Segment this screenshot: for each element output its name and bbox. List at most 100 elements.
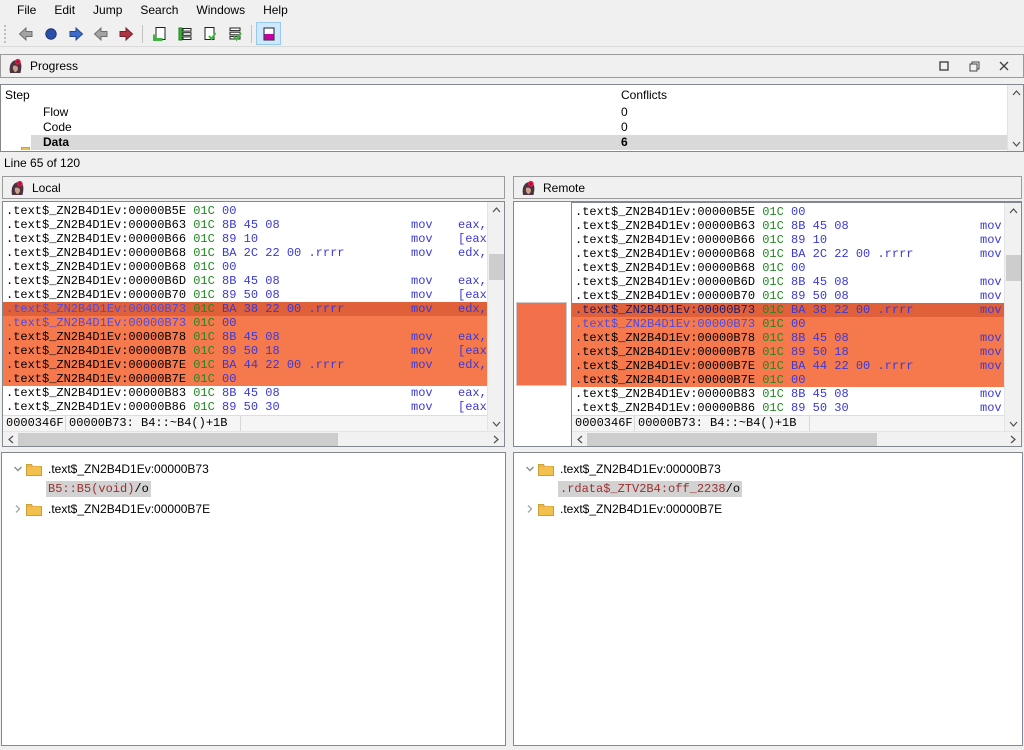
clipped-folder-icon: [21, 147, 30, 150]
vertical-scroll-thumb[interactable]: [1006, 255, 1021, 281]
file-check-button[interactable]: [197, 22, 222, 45]
close-button[interactable]: [989, 56, 1019, 76]
asm-row[interactable]: .text$_ZN2B4D1Ev:00000B6D 01C 8B 45 08mo…: [572, 275, 1004, 289]
diff-view-button[interactable]: [256, 22, 281, 45]
scroll-left-icon[interactable]: [3, 432, 19, 447]
local-pane-header[interactable]: Local: [2, 176, 505, 199]
scroll-up-icon[interactable]: [488, 202, 504, 217]
asm-row[interactable]: .text$_ZN2B4D1Ev:00000B83 01C 8B 45 08mo…: [572, 387, 1004, 401]
local-horizontal-scrollbar[interactable]: [3, 431, 504, 446]
menu-search[interactable]: Search: [131, 0, 187, 21]
asm-row[interactable]: .text$_ZN2B4D1Ev:00000B63 01C 8B 45 08mo…: [3, 218, 487, 232]
list-check-button[interactable]: [222, 22, 247, 45]
asm-bytes: 8B 45 08: [222, 330, 280, 344]
app-rose-icon: [9, 180, 25, 196]
asm-row[interactable]: .text$_ZN2B4D1Ev:00000B7E 01C BA 44 22 0…: [3, 358, 487, 372]
scroll-up-icon[interactable]: [1005, 203, 1021, 218]
asm-row[interactable]: .text$_ZN2B4D1Ev:00000B70 01C 89 50 08mo…: [572, 289, 1004, 303]
asm-row[interactable]: .text$_ZN2B4D1Ev:00000B7B 01C 89 50 18mo…: [572, 345, 1004, 359]
scroll-right-icon[interactable]: [1005, 432, 1021, 447]
remote-tree-rows: .text$_ZN2B4D1Ev:00000B73.rdata$_ZTV2B4:…: [514, 459, 1022, 519]
diff-block-marker[interactable]: [516, 302, 567, 386]
asm-row[interactable]: .text$_ZN2B4D1Ev:00000B7E 01C 00: [572, 373, 1004, 387]
tree-node[interactable]: .text$_ZN2B4D1Ev:00000B7E: [514, 499, 1022, 519]
previous-diff-button[interactable]: [88, 22, 113, 45]
scroll-down-icon[interactable]: [1005, 416, 1021, 431]
tree-leaf[interactable]: B5::B5(void)/o: [2, 479, 505, 499]
asm-bytes: 8B 45 08: [222, 274, 280, 288]
tree-leaf[interactable]: .rdata$_ZTV2B4:off_2238/o: [514, 479, 1022, 499]
import-file-button[interactable]: [147, 22, 172, 45]
asm-row[interactable]: .text$_ZN2B4D1Ev:00000B73 01C 00: [3, 316, 487, 330]
toolbar-grip[interactable]: [4, 25, 9, 43]
asm-row[interactable]: .text$_ZN2B4D1Ev:00000B7B 01C 89 50 18mo…: [3, 344, 487, 358]
conflicts-value: 6: [621, 135, 628, 150]
asm-row[interactable]: .text$_ZN2B4D1Ev:00000B73 01C 00: [572, 317, 1004, 331]
progress-scrollbar[interactable]: [1007, 85, 1023, 151]
chevron-down-icon[interactable]: [10, 464, 26, 474]
status-address-symbol: 00000B73: B4::~B4()+1B: [66, 416, 241, 431]
remote-horizontal-scrollbar[interactable]: [572, 431, 1021, 446]
local-vertical-scrollbar[interactable]: [487, 202, 504, 431]
scroll-down-icon[interactable]: [488, 416, 504, 431]
scroll-down-icon[interactable]: [1008, 136, 1024, 151]
asm-row[interactable]: .text$_ZN2B4D1Ev:00000B6D 01C 8B 45 08mo…: [3, 274, 487, 288]
import-list-button[interactable]: [172, 22, 197, 45]
forward-button[interactable]: [63, 22, 88, 45]
chevron-right-icon[interactable]: [522, 504, 538, 514]
asm-row[interactable]: .text$_ZN2B4D1Ev:00000B86 01C 89 50 30mo…: [572, 401, 1004, 415]
asm-row[interactable]: .text$_ZN2B4D1Ev:00000B68 01C BA 2C 22 0…: [3, 246, 487, 260]
tree-node-label: .text$_ZN2B4D1Ev:00000B7E: [560, 502, 722, 516]
scroll-left-icon[interactable]: [572, 432, 588, 447]
stop-circle-icon: [43, 26, 59, 42]
remote-vertical-scrollbar[interactable]: [1004, 203, 1021, 431]
horizontal-scroll-thumb[interactable]: [18, 433, 338, 446]
asm-row[interactable]: .text$_ZN2B4D1Ev:00000B66 01C 89 10mov[e…: [3, 232, 487, 246]
menu-jump[interactable]: Jump: [84, 0, 131, 21]
asm-row[interactable]: .text$_ZN2B4D1Ev:00000B86 01C 89 50 30mo…: [3, 400, 487, 414]
asm-row[interactable]: .text$_ZN2B4D1Ev:00000B68 01C BA 2C 22 0…: [572, 247, 1004, 261]
status-address-symbol: 00000B73: B4::~B4()+1B: [635, 416, 810, 431]
progress-title-bar[interactable]: Progress: [0, 54, 1024, 78]
line-position-status: Line 65 of 120: [0, 153, 1024, 174]
local-disassembly-panel: .text$_ZN2B4D1Ev:00000B5E 01C 00.text$_Z…: [2, 201, 505, 447]
progress-row[interactable]: Data6: [1, 135, 1007, 150]
asm-row[interactable]: .text$_ZN2B4D1Ev:00000B63 01C 8B 45 08mo…: [572, 219, 1004, 233]
menu-help[interactable]: Help: [254, 0, 297, 21]
tree-node[interactable]: .text$_ZN2B4D1Ev:00000B7E: [2, 499, 505, 519]
tree-node[interactable]: .text$_ZN2B4D1Ev:00000B73: [514, 459, 1022, 479]
progress-row[interactable]: Flow0: [1, 105, 1007, 120]
progress-row[interactable]: Code0: [1, 120, 1007, 135]
horizontal-scroll-thumb[interactable]: [587, 433, 877, 446]
remote-pane-header[interactable]: Remote: [513, 176, 1022, 199]
menu-file[interactable]: File: [8, 0, 45, 21]
asm-row[interactable]: .text$_ZN2B4D1Ev:00000B7E 01C 00: [3, 372, 487, 386]
next-diff-button[interactable]: [113, 22, 138, 45]
asm-row[interactable]: .text$_ZN2B4D1Ev:00000B70 01C 89 50 08mo…: [3, 288, 487, 302]
stop-button[interactable]: [38, 22, 63, 45]
asm-row[interactable]: .text$_ZN2B4D1Ev:00000B73 01C BA 38 22 0…: [3, 302, 487, 316]
menu-windows[interactable]: Windows: [187, 0, 254, 21]
menu-edit[interactable]: Edit: [45, 0, 84, 21]
scroll-right-icon[interactable]: [488, 432, 504, 447]
vertical-scroll-thumb[interactable]: [489, 254, 504, 280]
asm-row[interactable]: .text$_ZN2B4D1Ev:00000B83 01C 8B 45 08mo…: [3, 386, 487, 400]
asm-segment-offset: 01C: [193, 358, 215, 372]
chevron-down-icon[interactable]: [522, 464, 538, 474]
restore-button[interactable]: [959, 56, 989, 76]
asm-row[interactable]: .text$_ZN2B4D1Ev:00000B78 01C 8B 45 08mo…: [3, 330, 487, 344]
asm-row[interactable]: .text$_ZN2B4D1Ev:00000B68 01C 00: [3, 260, 487, 274]
tree-node[interactable]: .text$_ZN2B4D1Ev:00000B73: [2, 459, 505, 479]
asm-row[interactable]: .text$_ZN2B4D1Ev:00000B66 01C 89 10mov: [572, 233, 1004, 247]
maximize-button[interactable]: [929, 56, 959, 76]
asm-row[interactable]: .text$_ZN2B4D1Ev:00000B7E 01C BA 44 22 0…: [572, 359, 1004, 373]
asm-row[interactable]: .text$_ZN2B4D1Ev:00000B73 01C BA 38 22 0…: [572, 303, 1004, 317]
asm-row[interactable]: .text$_ZN2B4D1Ev:00000B5E 01C 00: [572, 205, 1004, 219]
back-button[interactable]: [13, 22, 38, 45]
asm-row[interactable]: .text$_ZN2B4D1Ev:00000B5E 01C 00: [3, 204, 487, 218]
scroll-up-icon[interactable]: [1008, 85, 1024, 100]
chevron-right-icon[interactable]: [10, 504, 26, 514]
asm-row[interactable]: .text$_ZN2B4D1Ev:00000B68 01C 00: [572, 261, 1004, 275]
asm-bytes: 89 50 30: [222, 400, 280, 414]
asm-row[interactable]: .text$_ZN2B4D1Ev:00000B78 01C 8B 45 08mo…: [572, 331, 1004, 345]
